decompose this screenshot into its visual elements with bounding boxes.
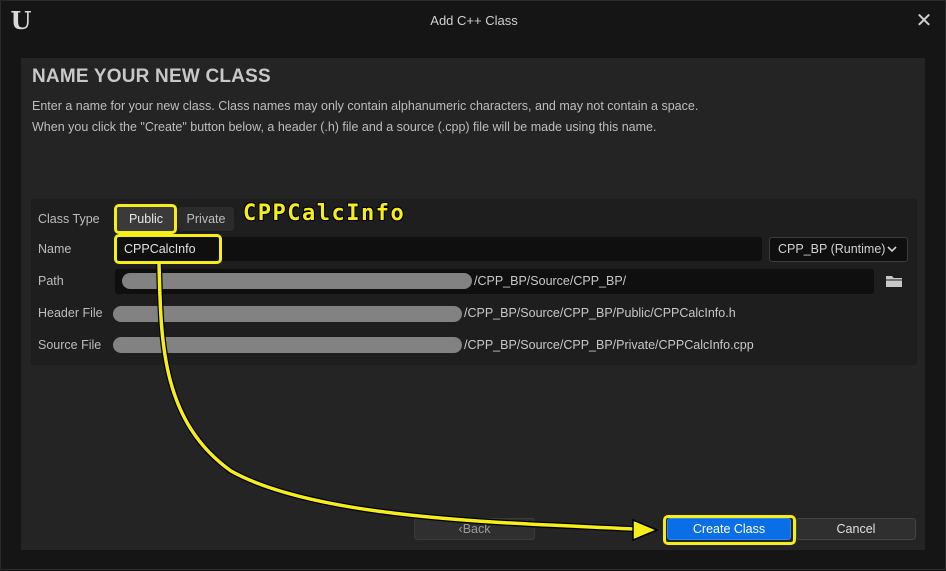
title-bar: U Add C++ Class ✕ <box>1 1 946 41</box>
redacted-path-prefix <box>122 273 472 289</box>
add-cpp-class-dialog: U Add C++ Class ✕ NAME YOUR NEW CLASS En… <box>0 0 946 570</box>
module-dropdown-value: CPP_BP (Runtime) <box>778 242 886 256</box>
path-value: /CPP_BP/Source/CPP_BP/ <box>474 274 627 288</box>
redacted-source-prefix <box>113 337 462 353</box>
name-highlight-box <box>114 234 222 264</box>
back-button[interactable]: ‹Back <box>414 518 535 540</box>
cancel-button[interactable]: Cancel <box>796 518 916 540</box>
annotation-text: CPPCalcInfo <box>243 201 406 226</box>
description-line-2: When you click the "Create" button below… <box>32 120 657 134</box>
path-label: Path <box>38 274 64 288</box>
public-highlight-box <box>114 204 177 234</box>
class-type-private-button[interactable]: Private <box>178 207 234 231</box>
window-title: Add C++ Class <box>430 13 518 28</box>
page-title: NAME YOUR NEW CLASS <box>32 66 271 87</box>
header-file-label: Header File <box>38 306 103 320</box>
description-line-1: Enter a name for your new class. Class n… <box>32 99 699 113</box>
header-file-value: /CPP_BP/Source/CPP_BP/Public/CPPCalcInfo… <box>464 306 736 320</box>
name-label: Name <box>38 242 72 256</box>
create-class-highlight-box <box>663 515 796 545</box>
close-icon[interactable]: ✕ <box>913 9 935 31</box>
back-button-label: Back <box>462 522 491 536</box>
source-file-value: /CPP_BP/Source/CPP_BP/Private/CPPCalcInf… <box>464 338 754 352</box>
folder-icon[interactable] <box>886 274 902 287</box>
redacted-header-prefix <box>113 306 462 322</box>
source-file-label: Source File <box>38 338 102 352</box>
class-type-label: Class Type <box>38 212 100 226</box>
module-dropdown[interactable]: CPP_BP (Runtime) <box>769 237 908 262</box>
chevron-down-icon <box>887 238 897 270</box>
